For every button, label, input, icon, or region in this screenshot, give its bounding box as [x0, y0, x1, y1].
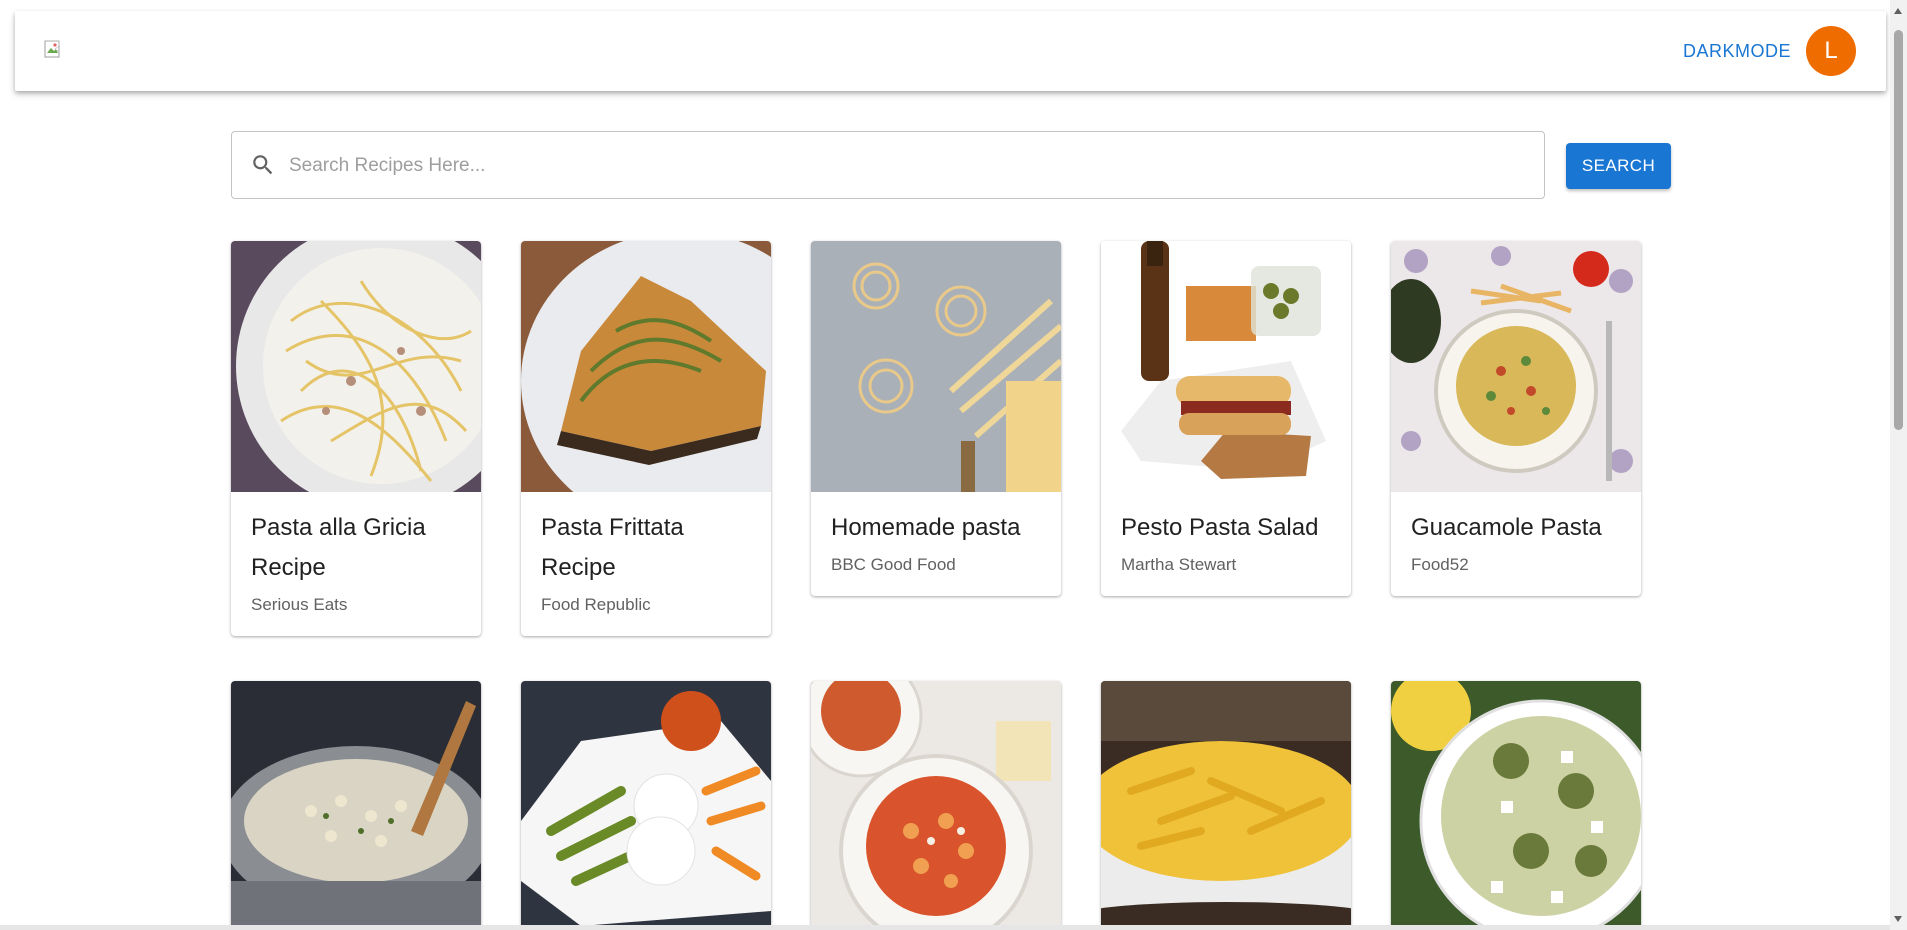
user-avatar[interactable]: L	[1806, 26, 1856, 76]
recipe-card[interactable]: Guacamole Pasta Food52	[1391, 241, 1641, 596]
recipe-title: Pasta alla Gricia Recipe	[251, 514, 426, 581]
recipe-image	[231, 681, 481, 930]
recipe-card[interactable]: Homemade pasta BBC Good Food	[811, 241, 1061, 596]
search-icon	[250, 152, 276, 178]
app-bar: DARKMODE L	[15, 11, 1886, 91]
recipe-image	[811, 681, 1061, 930]
recipe-image	[1391, 241, 1641, 492]
darkmode-toggle-button[interactable]: DARKMODE	[1675, 36, 1799, 66]
scrollbar-thumb[interactable]	[1894, 30, 1903, 430]
recipe-source: Martha Stewart	[1121, 555, 1237, 574]
vertical-scrollbar[interactable]	[1890, 0, 1907, 930]
recipe-source: BBC Good Food	[831, 555, 956, 574]
recipe-source: Food Republic	[541, 595, 651, 614]
recipe-card[interactable]: Pesto Pasta Salad Martha Stewart	[1101, 241, 1351, 596]
recipe-card[interactable]: Pasta alla Gricia Recipe Serious Eats	[231, 241, 481, 636]
recipe-card[interactable]	[521, 681, 771, 930]
recipe-app: DARKMODE L SEARCH	[0, 0, 1907, 930]
scroll-up-icon[interactable]	[1894, 8, 1902, 14]
recipe-title: Guacamole Pasta	[1411, 514, 1602, 541]
recipe-card[interactable]	[1391, 681, 1641, 930]
recipe-card[interactable]: Pasta Frittata Recipe Food Republic	[521, 241, 771, 636]
recipe-image	[811, 241, 1061, 492]
recipe-card[interactable]	[811, 681, 1061, 930]
broken-logo-icon[interactable]	[44, 40, 64, 60]
recipe-image	[1391, 681, 1641, 930]
search-field[interactable]	[231, 131, 1545, 200]
recipe-card[interactable]	[231, 681, 481, 930]
page-bottom-edge	[0, 925, 1890, 930]
recipe-title: Pasta Frittata Recipe	[541, 514, 684, 581]
search-input[interactable]	[287, 132, 1531, 200]
recipe-image	[231, 241, 481, 492]
recipe-card[interactable]	[1101, 681, 1351, 930]
search-button[interactable]: SEARCH	[1566, 143, 1671, 189]
scroll-down-icon[interactable]	[1894, 916, 1902, 922]
recipe-title: Pesto Pasta Salad	[1121, 514, 1319, 541]
recipe-title: Homemade pasta	[831, 514, 1021, 541]
recipe-source: Serious Eats	[251, 595, 348, 614]
recipe-image	[521, 241, 771, 492]
recipe-source: Food52	[1411, 555, 1469, 574]
recipe-image	[1101, 241, 1351, 492]
recipe-image	[521, 681, 771, 930]
recipe-image	[1101, 681, 1351, 930]
